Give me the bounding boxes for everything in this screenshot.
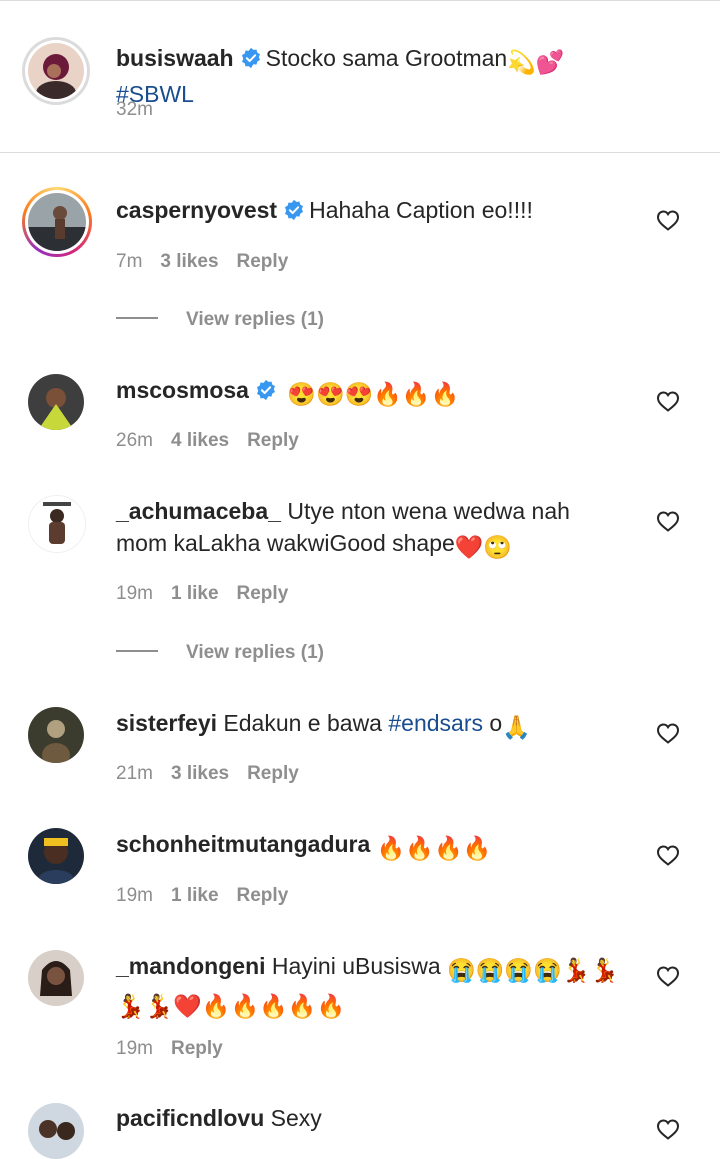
view-replies-button[interactable]: View replies (1): [116, 309, 324, 331]
avatar[interactable]: [28, 707, 84, 763]
avatar[interactable]: [28, 193, 86, 251]
verified-badge-icon: [240, 47, 262, 69]
comment-meta: 19m Reply: [116, 1038, 241, 1060]
avatar[interactable]: [28, 1103, 84, 1159]
likes-count[interactable]: 1 like: [171, 583, 219, 604]
emoji-line2: 💃💃❤️🔥🔥🔥🔥🔥: [116, 993, 346, 1019]
likes-count[interactable]: 1 like: [171, 885, 219, 906]
emoji: 🙏: [502, 714, 531, 740]
avatar[interactable]: [28, 828, 84, 884]
comment-text: _mandongeni Hayini uBusiswa 😭😭😭😭💃💃 💃💃❤️🔥🔥…: [116, 950, 636, 1022]
caption-text: busiswaah Stocko sama Grootman💫💕 #SBWL: [116, 42, 636, 110]
view-replies-label: View replies (1): [186, 309, 324, 330]
caption-meta: 32m: [116, 99, 171, 121]
avatar[interactable]: [28, 374, 84, 430]
comment-meta: 26m 4 likes Reply: [116, 430, 317, 452]
timestamp: 21m: [116, 763, 153, 784]
timestamp: 26m: [116, 430, 153, 451]
avatar[interactable]: [28, 495, 86, 553]
heart-outline-icon[interactable]: [656, 1118, 680, 1140]
avatar[interactable]: [28, 43, 84, 99]
emoji: ❤️🙄: [454, 534, 513, 560]
verified-badge-icon: [255, 379, 277, 401]
reply-button[interactable]: Reply: [247, 763, 299, 784]
likes-count[interactable]: 3 likes: [160, 251, 218, 272]
comment-text: sisterfeyi Edakun e bawa #endsars o🙏: [116, 707, 636, 743]
comment-body: Sexy: [270, 1105, 322, 1131]
reply-button[interactable]: Reply: [171, 1038, 223, 1059]
likes-count[interactable]: 4 likes: [171, 430, 229, 451]
comment-meta: 19m 1 like Reply: [116, 583, 306, 605]
avatar[interactable]: [28, 950, 84, 1006]
heart-outline-icon[interactable]: [656, 209, 680, 231]
timestamp: 32m: [116, 99, 153, 120]
divider-dash: [116, 317, 158, 319]
view-replies-button[interactable]: View replies (1): [116, 642, 324, 664]
emoji: 🔥🔥🔥🔥: [376, 835, 492, 861]
username-link[interactable]: _mandongeni: [116, 953, 266, 979]
emoji: 😍😍😍🔥🔥🔥: [287, 381, 460, 407]
timestamp: 19m: [116, 1038, 153, 1059]
reply-button[interactable]: Reply: [247, 430, 299, 451]
heart-outline-icon[interactable]: [656, 722, 680, 744]
heart-outline-icon[interactable]: [656, 965, 680, 987]
username-link[interactable]: mscosmosa: [116, 377, 249, 403]
timestamp: 7m: [116, 251, 143, 272]
comment-body: Hahaha Caption eo!!!!: [309, 197, 533, 223]
username-link[interactable]: sisterfeyi: [116, 710, 217, 736]
heart-outline-icon[interactable]: [656, 844, 680, 866]
username-link[interactable]: caspernyovest: [116, 197, 277, 223]
emoji: 💫💕: [507, 49, 565, 75]
timestamp: 19m: [116, 583, 153, 604]
comment-text: _achumaceba_ Utye nton wena wedwa nah mom…: [116, 495, 636, 563]
comment-text: schonheitmutangadura 🔥🔥🔥🔥: [116, 828, 636, 864]
likes-count[interactable]: 3 likes: [171, 763, 229, 784]
comment-body-line2: mom kaLakha wakwiGood shape: [116, 530, 455, 556]
comment-meta: 7m 3 likes Reply: [116, 251, 306, 273]
comment-text: pacificndlovu Sexy: [116, 1102, 636, 1134]
heart-outline-icon[interactable]: [656, 510, 680, 532]
comment-body: Utye nton wena wedwa nah: [287, 498, 570, 524]
view-replies-label: View replies (1): [186, 642, 324, 663]
hashtag-link[interactable]: #endsars: [388, 710, 483, 736]
username-link[interactable]: busiswaah: [116, 45, 234, 71]
caption-body: Stocko sama Grootman: [265, 45, 508, 71]
heart-outline-icon[interactable]: [656, 390, 680, 412]
comment-meta: 21m 3 likes Reply: [116, 763, 317, 785]
post-caption: busiswaah Stocko sama Grootman💫💕 #SBWL 32…: [0, 0, 720, 153]
reply-button[interactable]: Reply: [237, 885, 289, 906]
comment-text: mscosmosa 😍😍😍🔥🔥🔥: [116, 374, 636, 410]
username-link[interactable]: schonheitmutangadura: [116, 831, 370, 857]
username-link[interactable]: pacificndlovu: [116, 1105, 264, 1131]
comment-body-end: o: [489, 710, 503, 736]
username-link[interactable]: _achumaceba_: [116, 498, 281, 524]
comment-text: caspernyovest Hahaha Caption eo!!!!: [116, 194, 636, 226]
emoji: 😭😭😭😭💃💃: [447, 957, 619, 983]
reply-button[interactable]: Reply: [237, 251, 289, 272]
timestamp: 19m: [116, 885, 153, 906]
divider-dash: [116, 650, 158, 652]
verified-badge-icon: [283, 199, 305, 221]
comment-body: Hayini uBusiswa: [271, 953, 441, 979]
reply-button[interactable]: Reply: [237, 583, 289, 604]
comment-meta: 19m 1 like Reply: [116, 885, 306, 907]
comment-body: Edakun e bawa: [223, 710, 382, 736]
